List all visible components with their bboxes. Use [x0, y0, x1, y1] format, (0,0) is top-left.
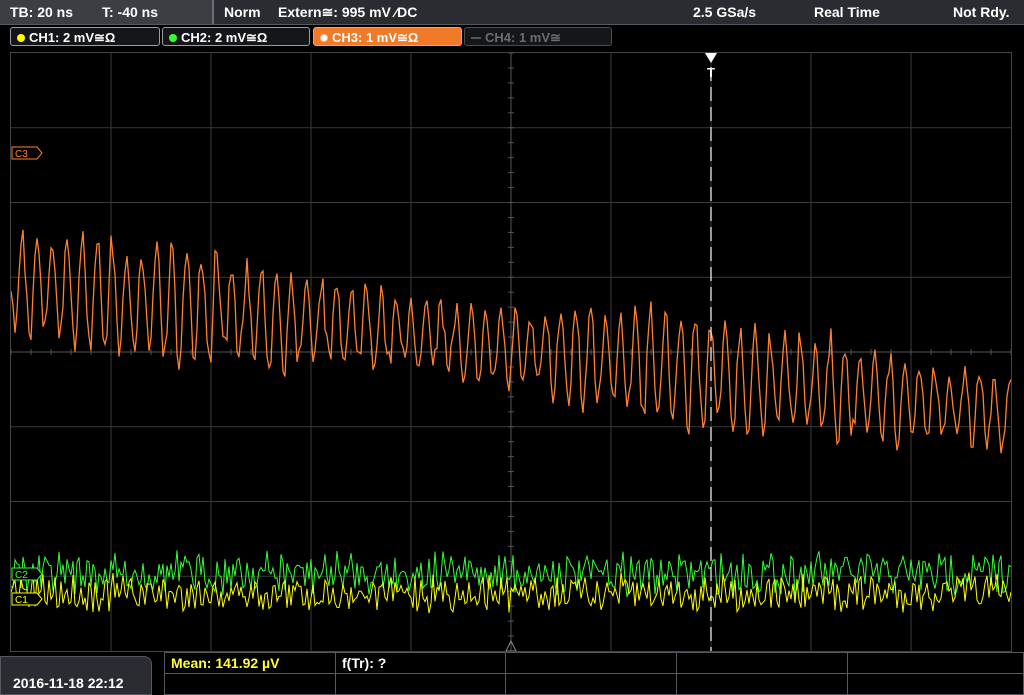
- measurement-slot[interactable]: [335, 673, 506, 695]
- measurement-slot[interactable]: [164, 673, 336, 695]
- measurement-mean[interactable]: Mean: 141.92 µV: [164, 652, 336, 674]
- measurement-slot[interactable]: [847, 652, 1024, 674]
- ch2-level-marker: C2: [15, 570, 28, 581]
- timebase-box[interactable]: TB: 20 ns T: -40 ns: [0, 0, 214, 24]
- mean-value: Mean: 141.92 µV: [171, 655, 280, 671]
- channel-tab-label: CH2: 2 mV≅Ω: [181, 30, 268, 45]
- ch2-indicator-icon: [169, 34, 177, 42]
- measurement-slot[interactable]: [505, 673, 677, 695]
- sample-rate[interactable]: 2.5 GSa/s: [693, 0, 756, 24]
- channel-tab-ch1[interactable]: CH1: 2 mV≅Ω: [10, 27, 160, 46]
- status-bar: TB: 20 ns T: -40 ns Norm Extern≅: 995 mV…: [0, 0, 1024, 25]
- trigger-time-value: T: -40 ns: [102, 4, 159, 20]
- measurement-slot[interactable]: [847, 673, 1024, 695]
- trigger-mode[interactable]: Norm: [224, 0, 261, 24]
- timebase-value: TB: 20 ns: [10, 4, 74, 20]
- ch4-off-icon: [471, 37, 481, 39]
- acquisition-mode[interactable]: Real Time: [814, 0, 880, 24]
- measurement-slot[interactable]: [505, 652, 677, 674]
- measurement-ftr[interactable]: f(Tr): ?: [335, 652, 506, 674]
- waveform-canvas: T C3 C2 C1: [11, 53, 1011, 651]
- channel-tabs: CH1: 2 mV≅Ω CH2: 2 mV≅Ω CH3: 1 mV≅Ω CH4:…: [0, 25, 1024, 49]
- trigger-arrow-icon: [705, 53, 717, 63]
- channel-tab-label: CH4: 1 mV≅: [485, 30, 561, 45]
- ch3-level-marker: C3: [15, 149, 28, 160]
- bottom-bar: 2016-11-18 22:12 Mean: 141.92 µV f(Tr): …: [0, 652, 1024, 695]
- datetime: 2016-11-18 22:12: [13, 675, 124, 691]
- ch3-indicator-icon: [320, 34, 328, 42]
- measurement-slot[interactable]: [676, 673, 848, 695]
- ch1-indicator-icon: [17, 34, 25, 42]
- trigger-status: Not Rdy.: [953, 4, 1010, 20]
- channel-tab-ch4[interactable]: CH4: 1 mV≅: [464, 27, 612, 46]
- measurement-table: Mean: 141.92 µV f(Tr): ?: [164, 652, 1024, 695]
- channel-tab-label: CH3: 1 mV≅Ω: [332, 30, 419, 45]
- channel-tab-ch2[interactable]: CH2: 2 mV≅Ω: [162, 27, 310, 46]
- measurement-slot[interactable]: [676, 652, 848, 674]
- ftr-value: f(Tr): ?: [342, 655, 387, 671]
- trigger-label: T: [707, 65, 715, 80]
- datetime-box: 2016-11-18 22:12: [0, 656, 152, 695]
- ch1-level-marker: C1: [15, 595, 28, 606]
- trigger-source[interactable]: Extern≅: 995 mV ⁄DC: [278, 0, 417, 24]
- channel-tab-label: CH1: 2 mV≅Ω: [29, 30, 116, 45]
- channel-tab-ch3[interactable]: CH3: 1 mV≅Ω: [313, 27, 462, 46]
- waveform-display[interactable]: T C3 C2 C1: [10, 52, 1012, 652]
